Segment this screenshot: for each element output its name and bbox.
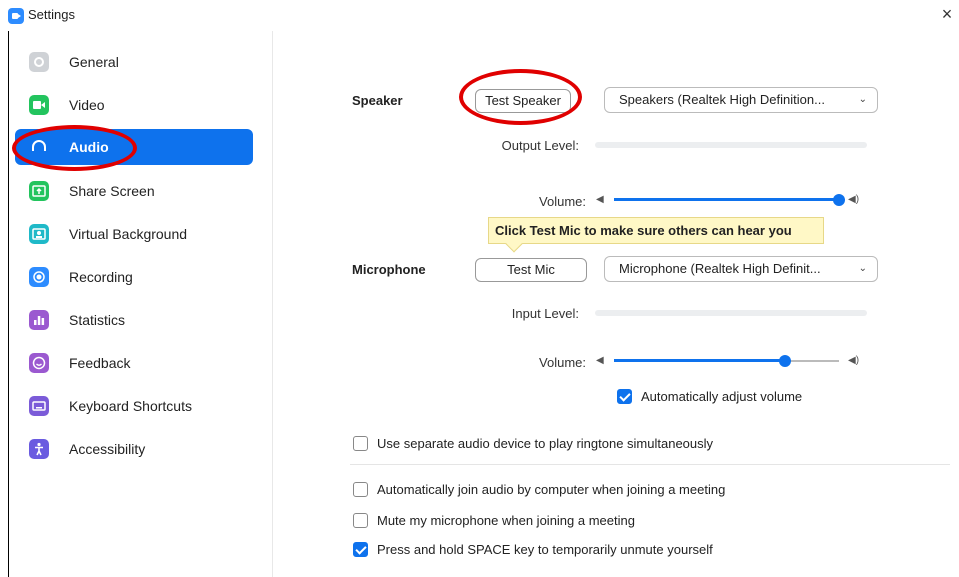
sidebar-item-label: Recording [69,269,133,285]
sidebar-item-label: Audio [69,139,109,155]
feedback-smile-icon [29,353,49,373]
speaker-device-select[interactable]: Speakers (Realtek High Definition... ⌄ [604,87,878,113]
microphone-device-select[interactable]: Microphone (Realtek High Definit... ⌄ [604,256,878,282]
sidebar-item-label: General [69,54,119,70]
auto-join-audio-label: Automatically join audio by computer whe… [377,482,726,497]
close-button[interactable]: × [937,4,957,24]
speaker-device-value: Speakers (Realtek High Definition... [619,92,825,107]
zoom-app-icon [8,8,24,24]
speaker-volume-thumb[interactable] [833,194,845,206]
video-camera-icon [29,95,49,115]
keyboard-icon [29,396,49,416]
sidebar-item-accessibility[interactable]: Accessibility [15,431,253,467]
output-level-meter [595,142,867,148]
microphone-label: Microphone [352,262,426,277]
title-bar: Settings × [0,0,959,31]
window-title: Settings [28,7,75,22]
sidebar-item-label: Feedback [69,355,131,371]
sidebar-item-label: Accessibility [69,441,146,457]
audio-settings-panel: Speaker Test Speaker Speakers (Realtek H… [274,31,959,577]
sidebar-item-label: Share Screen [69,183,155,199]
space-to-unmute-label: Press and hold SPACE key to temporarily … [377,542,713,557]
sidebar-item-share-screen[interactable]: Share Screen [15,173,253,209]
microphone-volume-slider[interactable] [614,354,839,368]
test-mic-tooltip: Click Test Mic to make sure others can h… [488,217,824,244]
microphone-volume-thumb[interactable] [779,355,791,367]
statistics-icon [29,310,49,330]
volume-high-icon: ◀) [848,355,860,366]
volume-low-icon: ◀ [596,355,604,366]
share-screen-icon [29,181,49,201]
sidebar-item-label: Statistics [69,312,126,328]
headphones-icon [29,137,49,157]
mute-on-join-checkbox[interactable] [353,513,368,528]
space-to-unmute-checkbox[interactable] [353,542,368,557]
microphone-device-value: Microphone (Realtek High Definit... [619,261,821,276]
microphone-volume-label: Volume: [539,355,586,370]
sidebar-item-video[interactable]: Video [15,87,253,123]
sidebar-item-keyboard-shortcuts[interactable]: Keyboard Shortcuts [15,388,253,424]
test-speaker-button[interactable]: Test Speaker [475,89,571,113]
microphone-volume-fill [614,359,785,362]
sidebar-item-label: Video [69,97,105,113]
speaker-label: Speaker [352,93,403,108]
settings-sidebar: General Video Audio Share Screen Virtual… [8,31,273,577]
input-level-label: Input Level: [511,306,579,321]
accessibility-icon [29,439,49,459]
test-mic-button[interactable]: Test Mic [475,258,587,282]
chevron-down-icon: ⌄ [858,263,867,274]
auto-join-audio-checkbox[interactable] [353,482,368,497]
sidebar-item-audio[interactable]: Audio [15,129,253,165]
virtual-background-icon [29,224,49,244]
separate-ringtone-device-checkbox[interactable] [353,436,368,451]
sidebar-item-recording[interactable]: Recording [15,259,253,295]
auto-adjust-volume-checkbox[interactable] [617,389,632,404]
record-icon [29,267,49,287]
sidebar-item-feedback[interactable]: Feedback [15,345,253,381]
speaker-volume-label: Volume: [539,194,586,209]
volume-high-icon: ◀) [848,194,860,205]
speaker-volume-fill [614,198,839,201]
volume-low-icon: ◀ [596,194,604,205]
mute-on-join-label: Mute my microphone when joining a meetin… [377,513,635,528]
gear-icon [29,52,49,72]
sidebar-item-general[interactable]: General [15,44,253,80]
chevron-down-icon: ⌄ [858,94,867,105]
sidebar-item-virtual-background[interactable]: Virtual Background [15,216,253,252]
sidebar-item-statistics[interactable]: Statistics [15,302,253,338]
sidebar-item-label: Keyboard Shortcuts [69,398,192,414]
auto-adjust-volume-label: Automatically adjust volume [641,389,803,404]
section-divider [350,464,950,465]
speaker-volume-slider[interactable] [614,193,845,207]
separate-ringtone-device-label: Use separate audio device to play ringto… [377,436,714,451]
output-level-label: Output Level: [501,138,579,153]
input-level-meter [595,310,867,316]
sidebar-item-label: Virtual Background [69,226,188,242]
